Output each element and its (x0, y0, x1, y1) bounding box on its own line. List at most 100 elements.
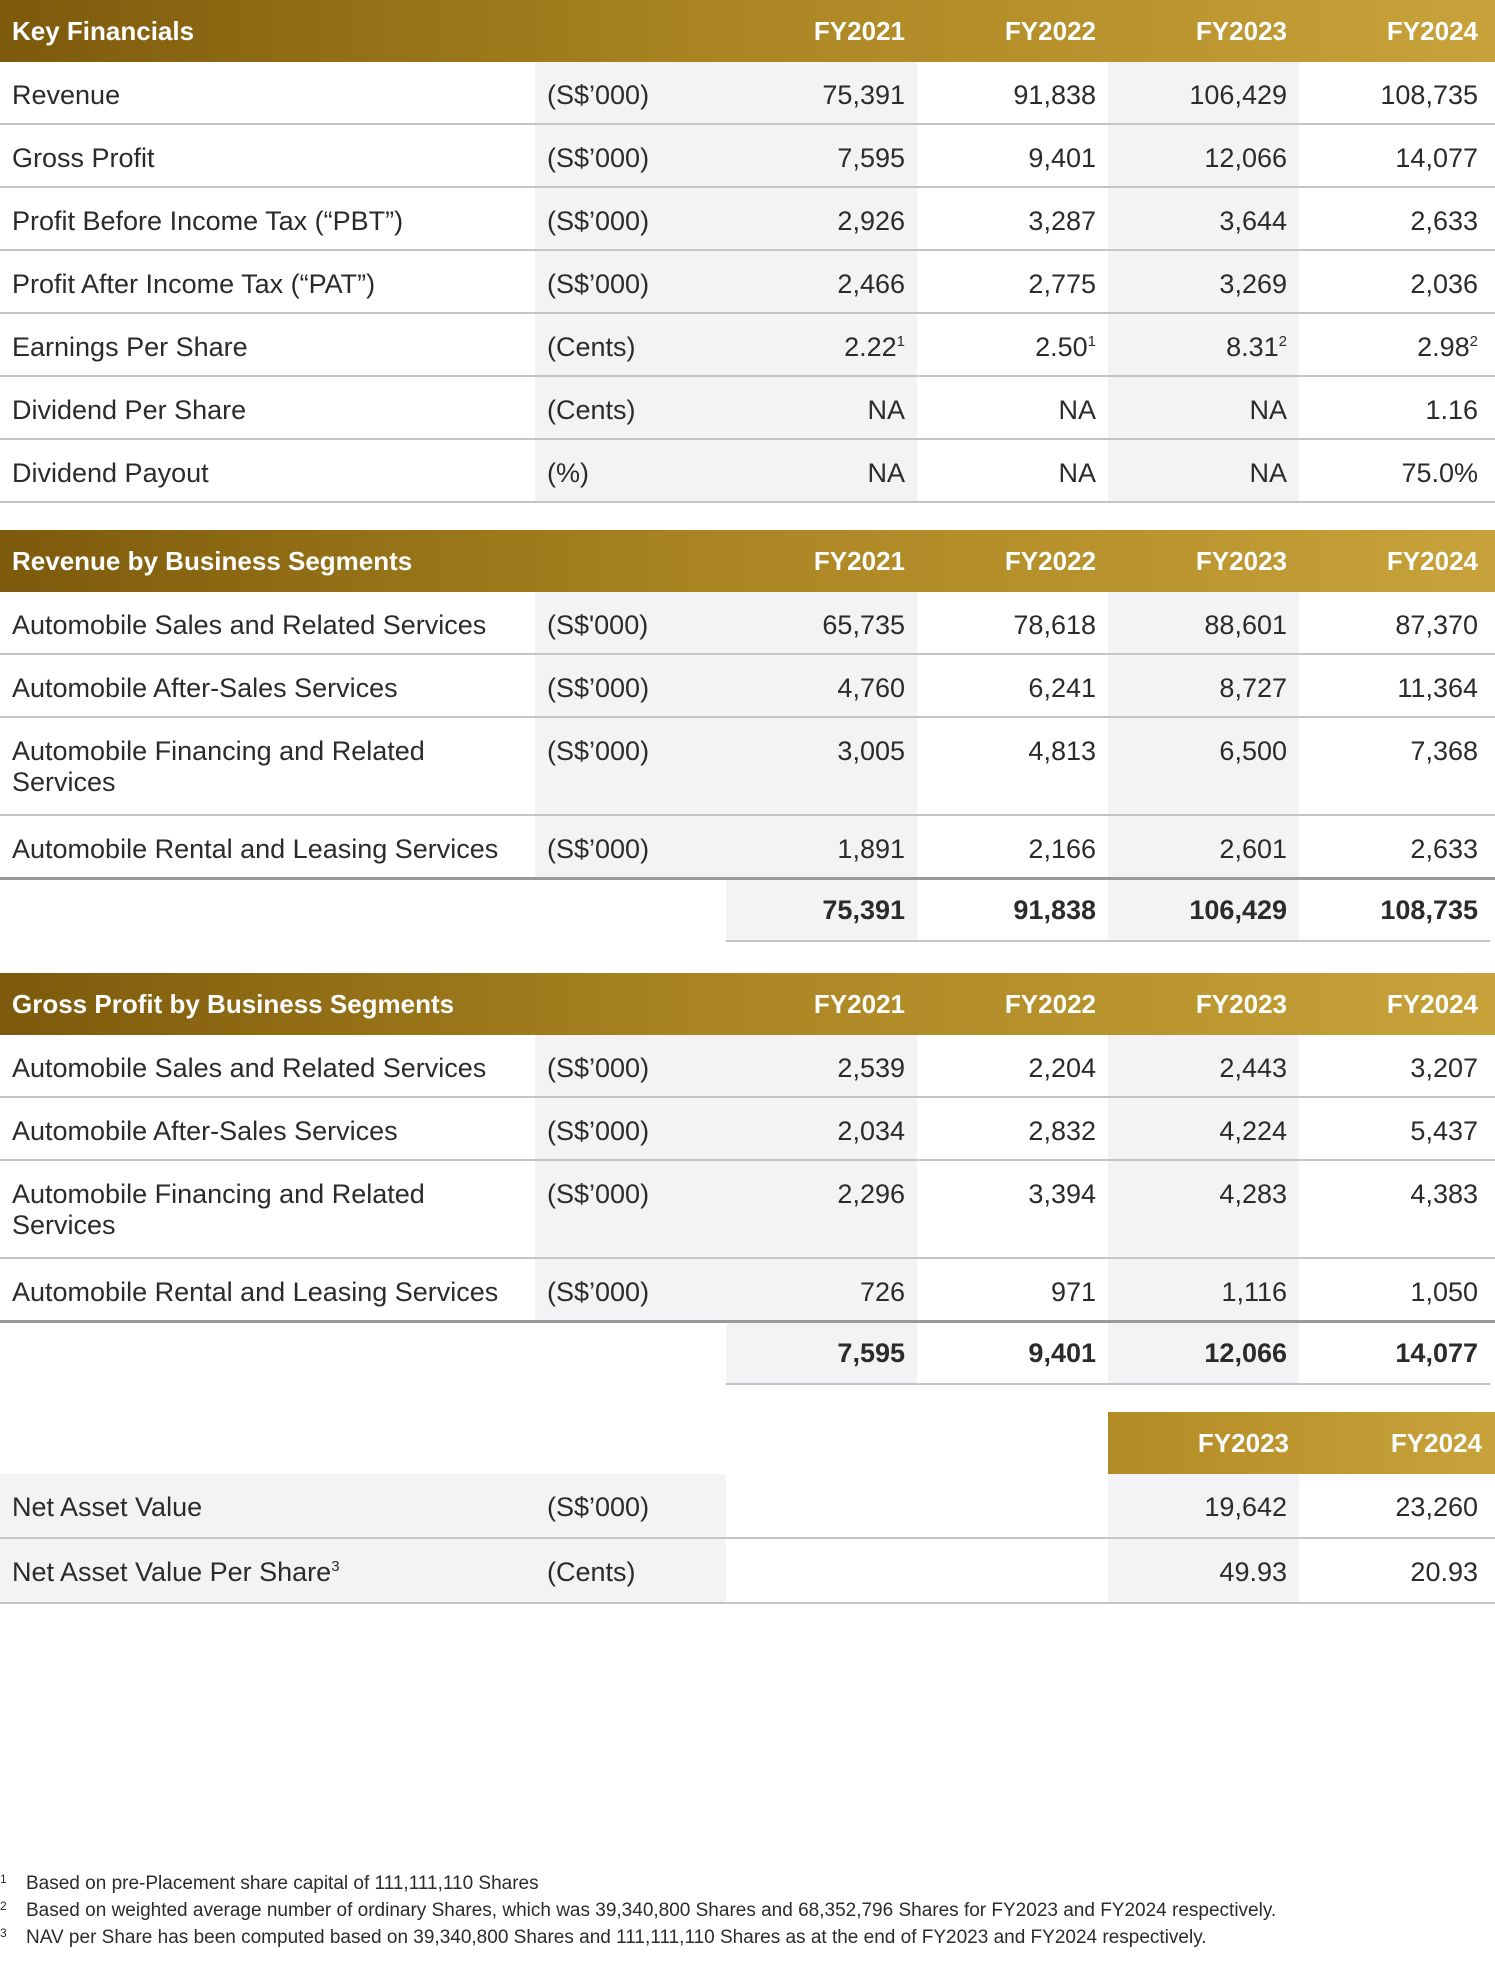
value-cell: 3,644 (1108, 188, 1299, 249)
row-unit: (S$’000) (535, 1098, 726, 1159)
value-cell: 4,224 (1108, 1098, 1299, 1159)
value-cell: 108,735 (1299, 62, 1490, 123)
table-row: Profit After Income Tax (“PAT”) (S$’000)… (0, 251, 1495, 314)
total-cell: 9,401 (917, 1323, 1108, 1385)
value-cell: 1,050 (1299, 1259, 1490, 1320)
year-header: FY2021 (813, 545, 905, 576)
value-cell: 971 (917, 1259, 1108, 1320)
row-label: Revenue (0, 62, 535, 123)
gross-profit-segments-header: Gross Profit by Business Segments FY2021… (0, 973, 1495, 1035)
row-unit: (S$’000) (535, 1035, 726, 1096)
value-cell: 3,394 (917, 1161, 1108, 1257)
value-cell: 2,601 (1108, 816, 1299, 877)
value-cell: 2,204 (917, 1035, 1108, 1096)
year-header: FY2024 (1386, 15, 1478, 46)
table-row: Dividend Payout (%) NA NA NA 75.0% (0, 440, 1495, 503)
key-financials-header: Key Financials FY2021 FY2022 FY2023 FY20… (0, 0, 1495, 62)
value-cell: 11,364 (1299, 655, 1490, 716)
row-label: Automobile Rental and Leasing Services (0, 1259, 535, 1320)
total-cell: 7,595 (726, 1323, 917, 1385)
row-label: Automobile Financing and Related Services (0, 718, 535, 814)
year-header: FY2021 (813, 988, 905, 1019)
value-cell: 2,926 (726, 188, 917, 249)
value-cell: 2,539 (726, 1035, 917, 1096)
row-unit: (S$’000) (535, 251, 726, 312)
value-cell: 726 (726, 1259, 917, 1320)
year-header: FY2024 (1386, 545, 1478, 576)
table-row: Automobile Rental and Leasing Services (… (0, 816, 1495, 880)
table-row: Automobile After-Sales Services (S$’000)… (0, 655, 1495, 718)
row-label: Automobile Sales and Related Services (0, 1035, 535, 1096)
year-header: FY2024 (1390, 1427, 1482, 1458)
row-unit: (S$’000) (535, 1161, 726, 1257)
table-row: Automobile Financing and Related Services… (0, 1161, 1495, 1259)
row-unit: (S$’000) (535, 188, 726, 249)
value-cell: 2.982 (1299, 314, 1490, 375)
row-label: Net Asset Value (0, 1474, 535, 1537)
row-label: Gross Profit (0, 125, 535, 186)
row-label: Earnings Per Share (0, 314, 535, 375)
row-unit: (S$'000) (535, 592, 726, 653)
row-unit: (S$’000) (535, 62, 726, 123)
row-unit: (%) (535, 440, 726, 501)
year-header: FY2023 (1195, 988, 1287, 1019)
value-cell: 2,166 (917, 816, 1108, 877)
footnote-mark: 2 (0, 1899, 7, 1913)
value-cell: 2,633 (1299, 816, 1490, 877)
table-row: Automobile Sales and Related Services (S… (0, 592, 1495, 655)
footnote-ref: 2 (1278, 333, 1287, 350)
footnote-ref: 3 (331, 1558, 340, 1575)
value-cell: 2,296 (726, 1161, 917, 1257)
total-row: 7,595 9,401 12,066 14,077 (0, 1323, 1495, 1385)
value-cell: 2,443 (1108, 1035, 1299, 1096)
value-cell: 106,429 (1108, 62, 1299, 123)
value-cell: 4,760 (726, 655, 917, 716)
value-cell: 6,241 (917, 655, 1108, 716)
row-unit: (Cents) (535, 314, 726, 375)
footnote-text: Based on pre-Placement share capital of … (26, 1872, 539, 1894)
row-label: Net Asset Value Per Share3 (0, 1539, 535, 1602)
gross-profit-segments-table: Gross Profit by Business Segments FY2021… (0, 973, 1495, 1385)
value-cell: 2,775 (917, 251, 1108, 312)
value-cell: NA (917, 377, 1108, 438)
value-cell: 4,813 (917, 718, 1108, 814)
year-header: FY2021 (813, 15, 905, 46)
total-cell: 106,429 (1108, 880, 1299, 942)
row-label: Automobile Sales and Related Services (0, 592, 535, 653)
table-row: Revenue (S$’000) 75,391 91,838 106,429 1… (0, 62, 1495, 125)
value-cell: 65,735 (726, 592, 917, 653)
year-header: FY2023 (1195, 545, 1287, 576)
table-row: Automobile Rental and Leasing Services (… (0, 1259, 1495, 1323)
value-cell: 2.501 (917, 314, 1108, 375)
table-row: Automobile Sales and Related Services (S… (0, 1035, 1495, 1098)
footnote-mark: 3 (0, 1926, 7, 1940)
value-cell: 1,116 (1108, 1259, 1299, 1320)
row-label: Dividend Per Share (0, 377, 535, 438)
footnotes: 1 Based on pre-Placement share capital o… (0, 1870, 1276, 1951)
row-label: Profit After Income Tax (“PAT”) (0, 251, 535, 312)
value-cell: 2.221 (726, 314, 917, 375)
row-unit: (Cents) (535, 1539, 726, 1602)
value-cell: 5,437 (1299, 1098, 1490, 1159)
value-cell: 2,036 (1299, 251, 1490, 312)
table-row: Automobile After-Sales Services (S$’000)… (0, 1098, 1495, 1161)
row-label: Automobile After-Sales Services (0, 1098, 535, 1159)
footnote: 2 Based on weighted average number of or… (0, 1897, 1276, 1924)
table-row: Profit Before Income Tax (“PBT”) (S$’000… (0, 188, 1495, 251)
row-label: Automobile After-Sales Services (0, 655, 535, 716)
footnote-text: Based on weighted average number of ordi… (26, 1899, 1277, 1921)
nav-table: Net Asset Value (S$’000) 19,642 23,260 N… (0, 1474, 1495, 1604)
table-row: Gross Profit (S$’000) 7,595 9,401 12,066… (0, 125, 1495, 188)
value-cell: 1.16 (1299, 377, 1490, 438)
value-cell: 3,005 (726, 718, 917, 814)
section-title: Key Financials (12, 15, 195, 46)
value-cell: 75,391 (726, 62, 917, 123)
value-cell: NA (1108, 377, 1299, 438)
nav-header: FY2023 FY2024 (1108, 1412, 1495, 1474)
footnote-text: NAV per Share has been computed based on… (26, 1926, 1207, 1948)
table-row: Automobile Financing and Related Services… (0, 718, 1495, 816)
year-header: FY2022 (1004, 545, 1096, 576)
year-header: FY2022 (1004, 15, 1096, 46)
year-header: FY2024 (1386, 988, 1478, 1019)
footnote-ref: 1 (1087, 333, 1096, 350)
